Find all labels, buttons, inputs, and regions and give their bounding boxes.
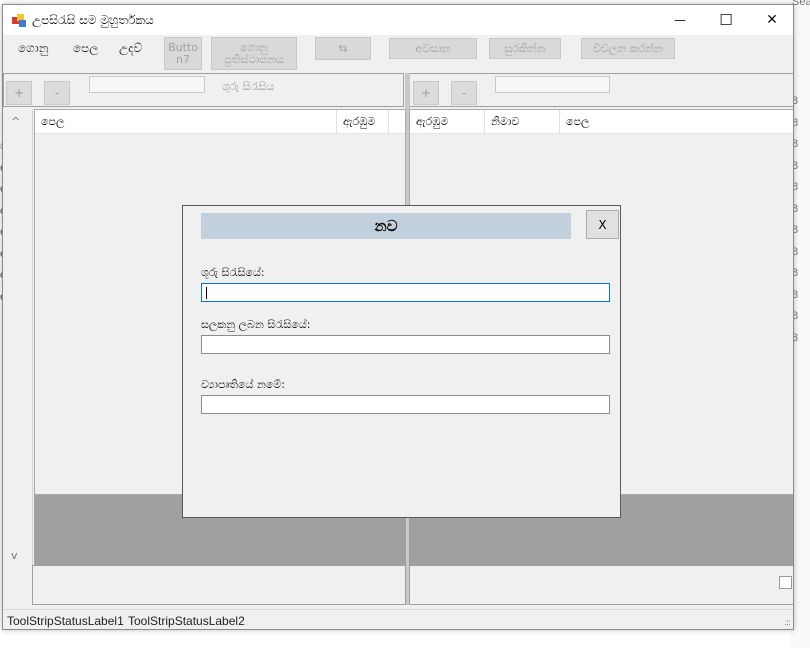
status-label-2: ToolStripStatusLabel2 — [128, 614, 245, 628]
maximize-icon: ☐ — [719, 11, 733, 29]
status-label-1: ToolStripStatusLabel1 — [7, 614, 124, 628]
title-bar: උපසිරැසි සම මුහුර්තකය — ☐ ✕ — [3, 5, 793, 35]
plus-icon: + — [420, 86, 432, 100]
right-list-header: ඇරඹුම නිමාව පෙල — [410, 110, 793, 134]
right-filename-field[interactable] — [495, 76, 610, 93]
menu-file[interactable]: ගොනු — [18, 41, 48, 56]
plus-icon: + — [13, 86, 25, 100]
status-bar: ToolStripStatusLabel1 ToolStripStatusLab… — [3, 609, 793, 629]
project-name-label: ව්‍යාපෘතියේ නමේ: — [201, 378, 285, 391]
column-header-start[interactable]: ඇරඹුම — [337, 110, 389, 134]
left-remove-button[interactable]: - — [44, 81, 70, 105]
right-bottom-box — [409, 565, 793, 605]
target-subtitle-label: සලකනු ලබන සිරැසියේ: — [201, 318, 311, 331]
end-button-label: අවසාන — [415, 41, 451, 55]
right-panel-toolbar: + - — [409, 73, 793, 107]
source-subtitle-input[interactable] — [201, 283, 610, 302]
save-button[interactable]: සුරකින්න — [489, 38, 561, 59]
chevron-up-icon[interactable]: ^ — [11, 115, 20, 128]
screen: Sea 888888888888 පeeeeeee උපසිරැසි සම මු… — [0, 0, 810, 648]
close-button[interactable]: ✕ — [749, 5, 793, 35]
menu-bar: ගොනු පෙල උදව් Butto n7 ගොනු ප්‍රතිස්ථාපනය … — [3, 35, 793, 73]
button7-label-line2: n7 — [176, 52, 190, 66]
target-subtitle-input[interactable] — [201, 335, 610, 354]
left-panel-hint: ශුරු සිරැසිය — [222, 80, 275, 93]
chevron-down-icon[interactable]: v — [11, 549, 18, 562]
end-button[interactable]: අවසාන — [389, 38, 477, 59]
right-remove-button[interactable]: - — [451, 81, 477, 105]
resize-grip-icon[interactable]: .:: — [784, 618, 791, 628]
file-restore-button[interactable]: ගොනු ප්‍රතිස්ථාපනය — [211, 37, 297, 70]
new-project-dialog: නව X ශුරු සිරැසියේ: සලකනු ලබන සිරැසියේ: … — [182, 205, 621, 518]
dialog-title: නව — [201, 213, 571, 239]
menu-help[interactable]: උදව් — [119, 41, 142, 56]
column-header-end[interactable]: නිමාව — [485, 110, 560, 134]
minus-icon: - — [54, 86, 60, 100]
column-header-text[interactable]: පෙල — [560, 110, 793, 134]
project-name-input[interactable] — [201, 395, 610, 414]
source-subtitle-label: ශුරු සිරැසියේ: — [201, 266, 265, 279]
minus-icon: - — [461, 86, 467, 100]
maximize-button[interactable]: ☐ — [703, 5, 749, 35]
button7[interactable]: Butto n7 — [164, 37, 202, 70]
column-header-text[interactable]: පෙල — [35, 110, 337, 134]
left-list-header: පෙල ඇරඹුම — [35, 110, 405, 134]
column-header-start[interactable]: ඇරඹුම — [410, 110, 485, 134]
menu-text[interactable]: පෙල — [73, 41, 98, 56]
dialog-close-button[interactable]: X — [586, 210, 619, 239]
vertical-scroll-column[interactable]: ^ v — [3, 109, 33, 565]
left-panel-toolbar: + - ශුරු සිරැසිය — [3, 73, 404, 107]
file-restore-label-line2: ප්‍රතිස්ථාපනය — [224, 52, 284, 66]
left-filename-field[interactable] — [89, 76, 205, 93]
shift-button[interactable]: විචලන කරන්න — [581, 38, 675, 59]
swap-icon: ⇆ — [338, 41, 348, 55]
left-add-button[interactable]: + — [6, 81, 32, 105]
minimize-button[interactable]: — — [657, 5, 703, 35]
sync-checkbox[interactable] — [779, 576, 792, 589]
left-bottom-box — [32, 565, 406, 605]
right-add-button[interactable]: + — [413, 81, 439, 105]
shift-button-label: විචලන කරන්න — [592, 41, 664, 55]
swap-button[interactable]: ⇆ — [315, 37, 371, 60]
background-text: Sea — [792, 0, 810, 8]
minimize-icon: — — [674, 13, 686, 27]
close-icon: ✕ — [766, 12, 778, 28]
window-title: උපසිරැසි සම මුහුර්තකය — [32, 13, 154, 27]
save-button-label: සුරකින්න — [504, 41, 546, 55]
app-icon — [12, 14, 26, 27]
text-caret — [206, 287, 207, 299]
